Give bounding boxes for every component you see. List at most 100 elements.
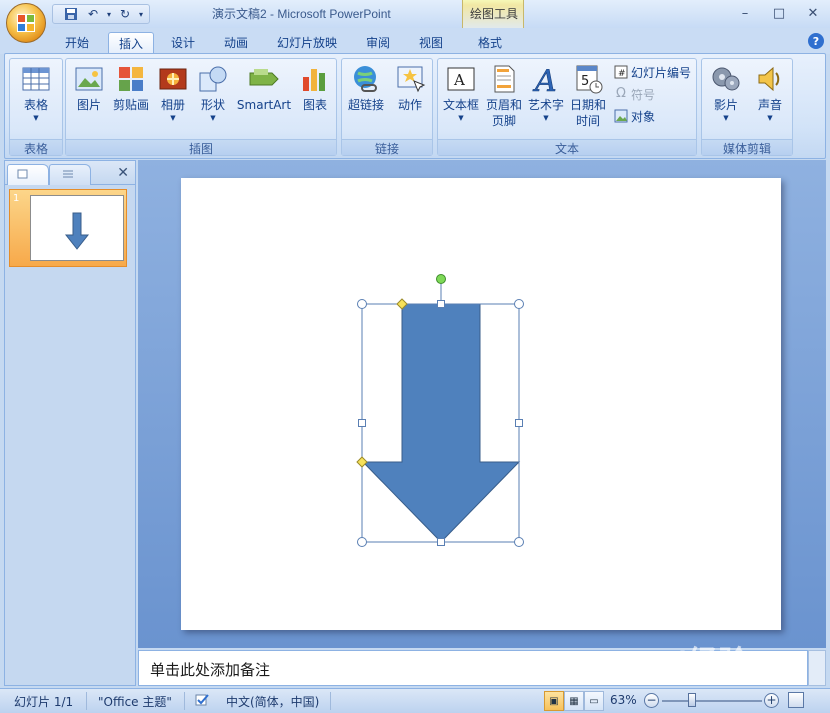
tab-slideshow[interactable]: 幻灯片放映 [267,32,347,54]
date-time-icon: 5 [576,65,603,94]
clipart-button[interactable]: 剪贴画 [110,61,152,113]
group-table-label: 表格 [10,139,62,156]
tab-design[interactable]: 设计 [161,32,205,54]
zoom-slider-thumb[interactable] [688,693,696,707]
normal-view-icon[interactable]: ▣ [544,691,564,711]
shapes-button[interactable]: 形状 ▼ [196,61,230,123]
minimize-button[interactable]: – [728,0,762,26]
window-title: 演示文稿2 - Microsoft PowerPoint [212,7,391,21]
tab-home[interactable]: 开始 [55,32,99,54]
redo-icon[interactable]: ↻ [115,5,135,23]
resize-handle-bottom[interactable] [437,538,445,546]
textbox-button[interactable]: A 文本框 ▼ [442,61,480,123]
action-button[interactable]: 动作 [392,61,428,113]
header-footer-label-2: 页脚 [491,114,516,128]
slide-number-button[interactable]: # 幻灯片编号 [614,62,691,82]
shapes-label: 形状 [200,98,225,112]
close-button[interactable]: ✕ [796,0,830,26]
slide-number-label: 幻灯片编号 [631,65,692,80]
slide-number-icon: # [614,65,628,79]
chart-button[interactable]: 图表 [298,61,332,113]
table-button[interactable]: 表格 ▼ [16,61,56,123]
save-icon[interactable] [61,5,81,23]
help-icon[interactable]: ? [808,33,824,49]
header-footer-button[interactable]: 页眉和 页脚 [484,61,524,129]
office-button[interactable] [6,3,46,43]
object-button[interactable]: 对象 [614,106,655,126]
zoom-in-button[interactable]: + [764,693,779,708]
status-separator [184,692,185,710]
svg-text:#: # [618,69,626,79]
tab-format[interactable]: 格式 [468,32,512,54]
wordart-label: 艺术字 [527,98,564,112]
tab-insert[interactable]: 插入 [108,32,155,54]
group-text-label: 文本 [438,139,696,156]
resize-handle-bottom-right[interactable] [514,537,524,547]
sound-button[interactable]: 声音 ▼ [750,61,790,123]
view-buttons: ▣ ▦ ▭ [544,691,604,711]
zoom-out-button[interactable]: − [644,693,659,708]
vertical-scrollbar[interactable] [808,650,826,686]
photo-album-icon [159,68,187,90]
resize-handle-top-right[interactable] [514,299,524,309]
slide-thumbnail[interactable] [30,195,124,261]
hyperlink-button[interactable]: 超链接 [346,61,386,113]
rotation-handle[interactable] [436,274,446,284]
resize-handle-right[interactable] [515,419,523,427]
slide-sorter-icon[interactable]: ▦ [564,691,584,711]
photo-album-button[interactable]: 相册 ▼ [156,61,190,123]
group-media-label: 媒体剪辑 [702,139,792,156]
restore-button[interactable]: □ [762,0,796,26]
header-footer-label: 页眉和 [485,98,522,112]
tab-outline[interactable] [49,164,91,185]
tab-slides[interactable] [7,164,49,185]
movie-label: 影片 [713,98,738,112]
resize-handle-left[interactable] [358,419,366,427]
down-arrow-shape[interactable] [181,178,781,630]
date-time-label: 日期和 [569,98,606,112]
hyperlink-icon [354,66,377,92]
adjust-handle-head[interactable] [356,456,368,468]
wordart-button[interactable]: A 艺术字 ▼ [526,61,566,123]
symbol-button[interactable]: Ω 符号 [614,84,655,104]
status-language[interactable]: 中文(简体，中国) [226,693,319,710]
slideshow-view-icon[interactable]: ▭ [584,691,604,711]
clipart-icon [119,67,143,91]
group-media: 影片 ▼ 声音 ▼ 媒体剪辑 [701,58,793,156]
zoom-slider[interactable] [662,700,762,702]
date-time-label-2: 时间 [575,114,600,128]
fit-to-window-icon[interactable] [788,692,804,708]
slide-thumbnail-item[interactable]: 1 [9,189,127,267]
picture-button[interactable]: 图片 [72,61,106,113]
movie-button[interactable]: 影片 ▼ [706,61,746,123]
slides-pane: ✕ 1 [4,160,136,686]
resize-handle-top-left[interactable] [357,299,367,309]
customize-qat-button[interactable]: ▾ [137,5,145,23]
close-pane-icon[interactable]: ✕ [117,165,129,181]
status-slide-count: 幻灯片 1/1 [14,695,74,709]
wordart-icon: A [532,64,557,95]
picture-icon [75,67,103,91]
baidu-watermark: Bai经验 jingyan.baidu.com [638,625,788,686]
spell-check-icon[interactable] [194,693,210,710]
undo-dropdown-icon[interactable]: ▾ [105,5,113,23]
chevron-down-icon: ▼ [33,114,39,122]
chevron-down-icon: ▼ [170,114,176,122]
resize-handle-top[interactable] [437,300,445,308]
undo-icon[interactable]: ↶ [83,5,103,23]
resize-handle-bottom-left[interactable] [357,537,367,547]
zoom-level[interactable]: 63% [610,693,637,707]
tab-animations[interactable]: 动画 [214,32,258,54]
slide-canvas[interactable] [181,178,781,630]
tab-review[interactable]: 审阅 [356,32,400,54]
watermark-subtext: jingyan.baidu.com [666,675,759,686]
group-illustrations: 图片 剪贴画 相册 ▼ 形状 ▼ SmartArt 图表 插图 [65,58,337,156]
window-controls: – □ ✕ [728,0,830,26]
tab-view[interactable]: 视图 [409,32,453,54]
smartart-button[interactable]: SmartArt [236,61,292,113]
svg-text:5: 5 [581,74,589,89]
date-time-button[interactable]: 5 日期和 时间 [568,61,608,129]
status-theme: "Office 主题" [98,695,172,709]
title-bar: ↶ ▾ ↻ ▾ 演示文稿2 - Microsoft PowerPoint 绘图工… [0,0,830,52]
photo-album-label: 相册 [160,98,185,112]
